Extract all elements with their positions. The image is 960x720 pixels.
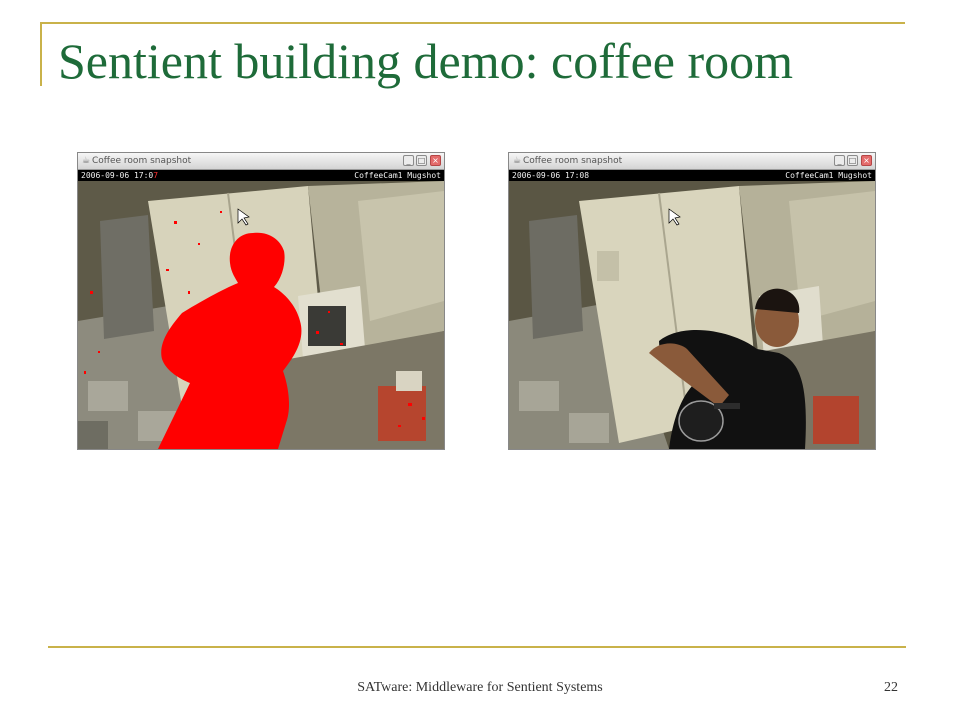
camera-timestamp: 2006-09-06 17:07 bbox=[81, 171, 159, 180]
window-titlebar[interactable]: ☕ Coffee room snapshot _ □ × bbox=[78, 153, 444, 170]
camera-overlay-bar: 2006-09-06 17:08 CoffeeCam1 Mugshot bbox=[509, 170, 875, 181]
camera-timestamp: 2006-09-06 17:08 bbox=[512, 171, 590, 180]
minimize-button[interactable]: _ bbox=[834, 155, 845, 166]
app-icon: ☕ bbox=[82, 156, 91, 166]
camera-image-segmented bbox=[78, 181, 444, 449]
close-button[interactable]: × bbox=[430, 155, 441, 166]
close-button[interactable]: × bbox=[861, 155, 872, 166]
timestamp-highlight: 7 bbox=[153, 171, 159, 180]
snapshot-window-left[interactable]: ☕ Coffee room snapshot _ □ × 2006-09-06 … bbox=[77, 152, 445, 450]
snapshot-window-right[interactable]: ☕ Coffee room snapshot _ □ × 2006-09-06 … bbox=[508, 152, 876, 450]
minimize-button[interactable]: _ bbox=[403, 155, 414, 166]
slide-title: Sentient building demo: coffee room bbox=[58, 33, 794, 89]
window-titlebar[interactable]: ☕ Coffee room snapshot _ □ × bbox=[509, 153, 875, 170]
title-rule-vertical bbox=[40, 22, 42, 86]
app-icon: ☕ bbox=[513, 156, 522, 166]
maximize-button[interactable]: □ bbox=[847, 155, 858, 166]
camera-name: CoffeeCam1 Mugshot bbox=[354, 171, 441, 180]
camera-name: CoffeeCam1 Mugshot bbox=[785, 171, 872, 180]
maximize-button[interactable]: □ bbox=[416, 155, 427, 166]
camera-image-person bbox=[509, 181, 875, 449]
window-title: Coffee room snapshot bbox=[92, 156, 192, 166]
window-title: Coffee room snapshot bbox=[523, 156, 623, 166]
page-number: 22 bbox=[884, 680, 898, 695]
title-rule-horizontal bbox=[40, 22, 905, 24]
footer-rule bbox=[48, 646, 906, 648]
footer-text: SATware: Middleware for Sentient Systems bbox=[357, 680, 603, 695]
camera-overlay-bar: 2006-09-06 17:07 CoffeeCam1 Mugshot bbox=[78, 170, 444, 181]
